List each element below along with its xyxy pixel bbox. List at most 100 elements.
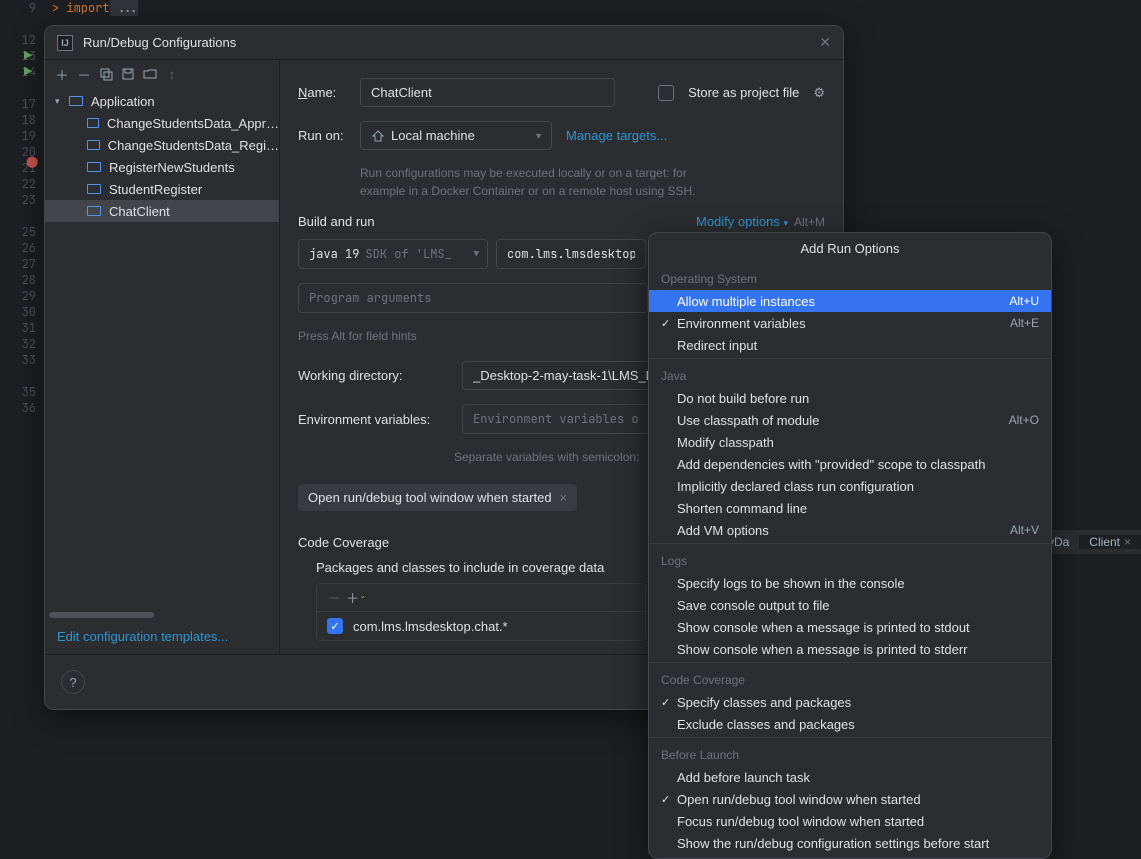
tree-node-config[interactable]: StudentRegister: [45, 178, 279, 200]
gutter-line: 17: [0, 96, 44, 112]
remove-button[interactable]: －: [323, 588, 345, 607]
run-on-select[interactable]: Local machine ▼: [360, 121, 552, 150]
tree-node-config[interactable]: ChatClient: [45, 200, 279, 222]
popup-item[interactable]: Do not build before run: [649, 387, 1051, 409]
tree-node-config[interactable]: ChangeStudentsData_Appr…: [45, 112, 279, 134]
run-on-row: Run on: Local machine ▼ Manage targets..…: [298, 121, 825, 150]
modify-options-link[interactable]: Modify options ▾: [696, 214, 788, 229]
coverage-table: － ＋⌄ ✓ com.lms.lmsdesktop.chat.*: [316, 583, 646, 641]
check-icon: ✓: [661, 793, 677, 806]
tree-node-application[interactable]: ▾Application: [45, 90, 279, 112]
shortcut: Alt+O: [1009, 413, 1039, 427]
gutter-line: 30: [0, 304, 44, 320]
popup-item[interactable]: Show console when a message is printed t…: [649, 616, 1051, 638]
popup-item[interactable]: Show console when a message is printed t…: [649, 638, 1051, 660]
popup-item[interactable]: Save console output to file: [649, 594, 1051, 616]
run-on-label: Run on:: [298, 128, 346, 143]
build-run-section: Build and run Modify options ▾ Alt+M: [298, 214, 825, 229]
run-gutter-icon[interactable]: ▶: [24, 48, 32, 61]
home-icon: [371, 129, 385, 143]
working-dir-label: Working directory:: [298, 368, 448, 383]
popup-section-header: Operating System: [649, 264, 1051, 290]
popup-item[interactable]: Focus run/debug tool window when started: [649, 810, 1051, 832]
editor-code-line: > import ...: [52, 0, 138, 16]
popup-section-header: Logs: [649, 546, 1051, 572]
close-icon[interactable]: ×: [1124, 535, 1131, 549]
shortcut: Alt+V: [1010, 523, 1039, 537]
gutter-line: 9: [0, 0, 44, 16]
popup-item[interactable]: ✓Open run/debug tool window when started: [649, 788, 1051, 810]
edit-templates-link[interactable]: Edit configuration templates...: [45, 619, 279, 654]
add-run-options-popup: Add Run Options Operating SystemAllow mu…: [648, 232, 1052, 859]
working-dir-input[interactable]: [462, 361, 660, 390]
configurations-sidebar: ＋ － ↕ ▾ApplicationChangeStudentsData_App…: [45, 60, 280, 654]
popup-item[interactable]: Implicitly declared class run configurat…: [649, 475, 1051, 497]
name-input[interactable]: [360, 78, 615, 107]
gutter-line: 27: [0, 256, 44, 272]
gutter-line: 25: [0, 224, 44, 240]
breakpoint-icon[interactable]: ⬤: [26, 155, 38, 168]
chevron-down-icon: ▼: [534, 131, 543, 141]
gutter-line: 33: [0, 352, 44, 368]
manage-targets-link[interactable]: Manage targets...: [566, 128, 667, 143]
dialog-header: IJ Run/Debug Configurations ✕: [45, 26, 843, 60]
gutter-line: 35: [0, 384, 44, 400]
run-gutter-icon[interactable]: ▶: [24, 64, 32, 77]
gear-icon[interactable]: ⚙: [813, 85, 825, 101]
gutter-line: 36: [0, 400, 44, 416]
gutter-line: 14: [0, 64, 44, 80]
main-class-input[interactable]: [496, 239, 646, 269]
close-icon[interactable]: ×: [560, 490, 568, 505]
popup-item[interactable]: Specify logs to be shown in the console: [649, 572, 1051, 594]
gutter: 9121314171819202122232526272829303132333…: [0, 0, 44, 416]
gutter-line: 32: [0, 336, 44, 352]
sort-button[interactable]: ↕: [161, 63, 183, 85]
check-icon: ✓: [661, 696, 677, 709]
build-run-label: Build and run: [298, 214, 375, 229]
editor-tab-active[interactable]: Client×: [1079, 535, 1141, 549]
run-on-hint: Run configurations may be executed local…: [360, 164, 720, 200]
popup-item[interactable]: Show the run/debug configuration setting…: [649, 832, 1051, 854]
help-button[interactable]: ?: [61, 670, 85, 694]
remove-button[interactable]: －: [73, 63, 95, 85]
tree-node-config[interactable]: ChangeStudentsData_Regi…: [45, 134, 279, 156]
save-button[interactable]: [117, 63, 139, 85]
store-project-checkbox[interactable]: [658, 85, 674, 101]
horizontal-scrollbar[interactable]: [45, 611, 279, 619]
popup-item[interactable]: Exclude classes and packages: [649, 713, 1051, 735]
gutter-line: [0, 16, 44, 32]
program-arguments-input[interactable]: [298, 283, 648, 313]
popup-item[interactable]: Add VM optionsAlt+V: [649, 519, 1051, 541]
tree-node-config[interactable]: RegisterNewStudents: [45, 156, 279, 178]
application-icon: [87, 206, 101, 216]
sidebar-toolbar: ＋ － ↕: [45, 60, 279, 88]
popup-item[interactable]: Redirect input: [649, 334, 1051, 356]
jdk-select[interactable]: java 19 SDK of 'LMS_ ▼: [298, 239, 488, 269]
popup-section-header: Before Launch: [649, 740, 1051, 766]
application-icon: [87, 162, 101, 172]
add-button[interactable]: ＋⌄: [345, 588, 367, 607]
popup-item[interactable]: Shorten command line: [649, 497, 1051, 519]
popup-item[interactable]: Modify classpath: [649, 431, 1051, 453]
app-icon: IJ: [57, 35, 73, 51]
popup-item[interactable]: ✓Environment variablesAlt+E: [649, 312, 1051, 334]
env-vars-input[interactable]: [462, 404, 660, 434]
gutter-line: 18: [0, 112, 44, 128]
store-project-label: Store as project file: [688, 85, 799, 100]
shortcut: Alt+U: [1009, 294, 1039, 308]
popup-item[interactable]: Add dependencies with "provided" scope t…: [649, 453, 1051, 475]
close-icon[interactable]: ✕: [819, 34, 831, 51]
folder-button[interactable]: [139, 63, 161, 85]
popup-item[interactable]: ✓Specify classes and packages: [649, 691, 1051, 713]
coverage-row[interactable]: ✓ com.lms.lmsdesktop.chat.*: [317, 612, 645, 640]
coverage-checkbox[interactable]: ✓: [327, 618, 343, 634]
gutter-line: 29: [0, 288, 44, 304]
check-icon: ✓: [661, 317, 677, 330]
copy-button[interactable]: [95, 63, 117, 85]
popup-item[interactable]: Allow multiple instancesAlt+U: [649, 290, 1051, 312]
env-vars-label: Environment variables:: [298, 412, 448, 427]
popup-item[interactable]: Use classpath of moduleAlt+O: [649, 409, 1051, 431]
popup-item[interactable]: Add before launch task: [649, 766, 1051, 788]
add-button[interactable]: ＋: [51, 63, 73, 85]
open-tool-window-chip: Open run/debug tool window when started …: [298, 484, 577, 511]
